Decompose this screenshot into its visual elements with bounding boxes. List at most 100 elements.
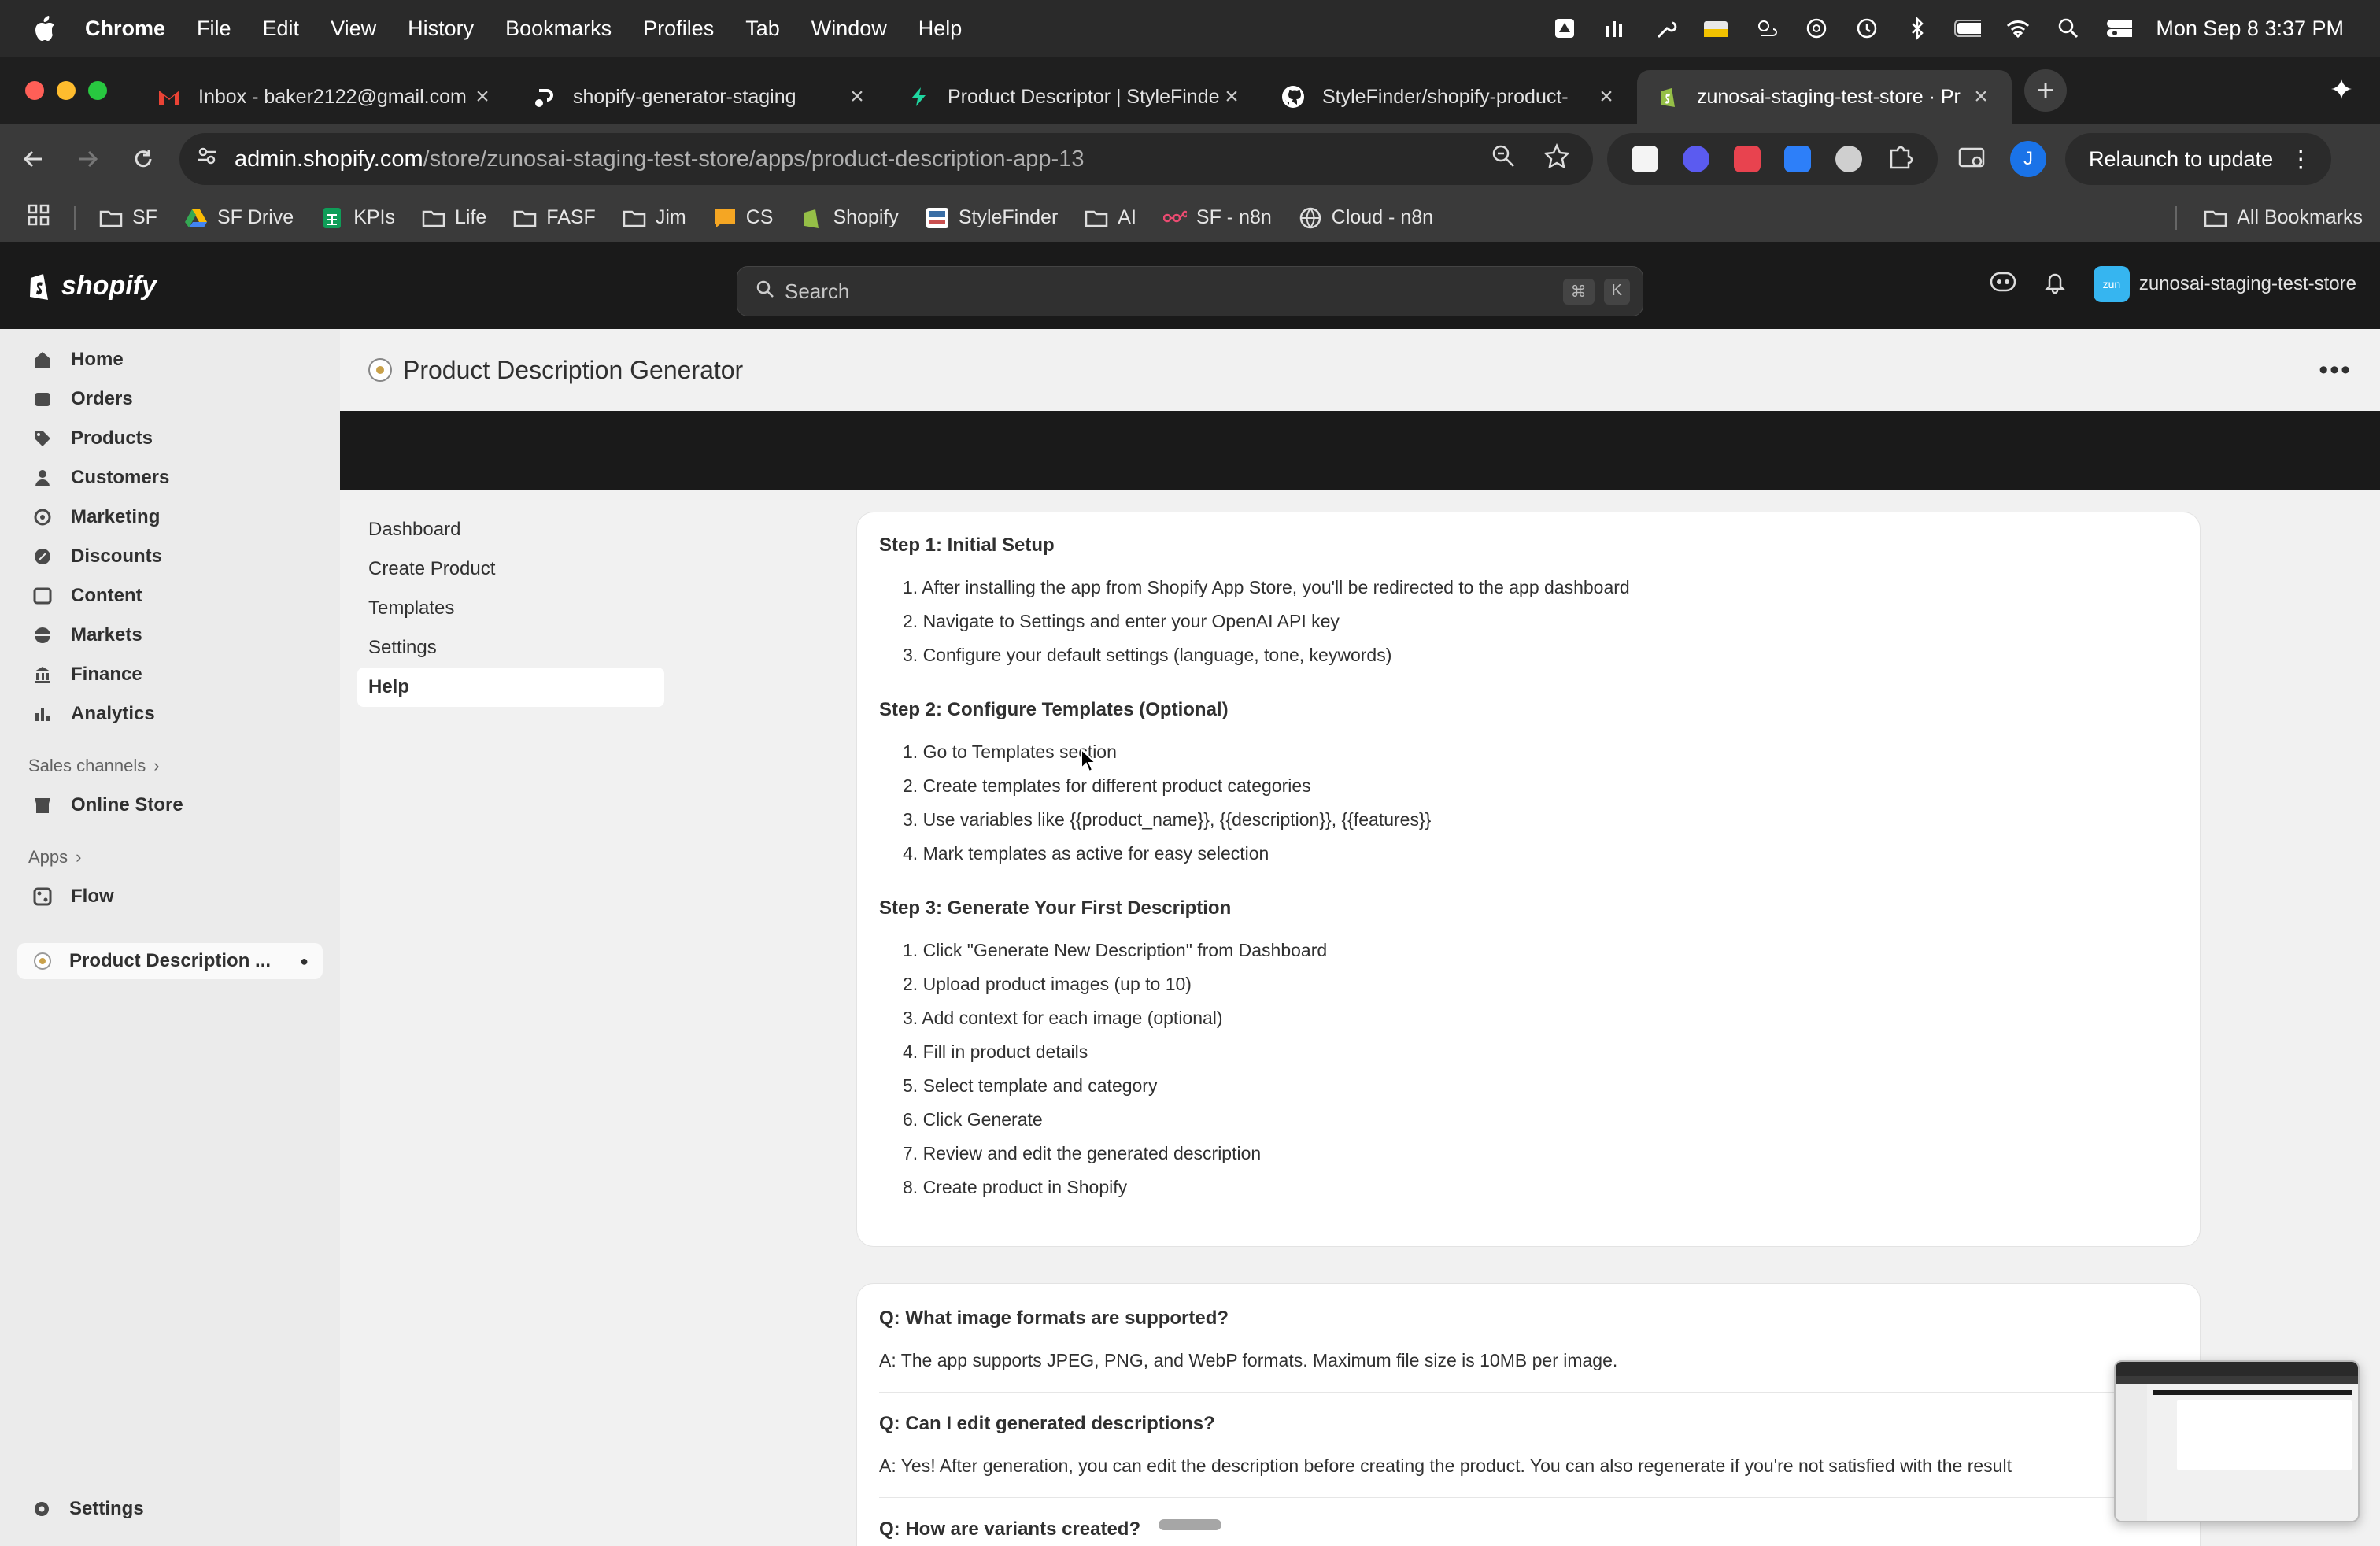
- weather-icon[interactable]: [1753, 17, 1779, 40]
- bookmark-sf[interactable]: SF: [99, 206, 157, 229]
- zoom-icon[interactable]: [1491, 143, 1516, 175]
- control-center-icon[interactable]: [2105, 17, 2133, 40]
- tab-product-descriptor[interactable]: Product Descriptor | StyleFinder ×: [888, 70, 1262, 124]
- close-tab-icon[interactable]: ×: [1595, 83, 1618, 110]
- sidebar-item-flow[interactable]: Flow: [0, 877, 340, 916]
- sidebar-item-discounts[interactable]: Discounts: [0, 537, 340, 576]
- stats-icon[interactable]: [1602, 17, 1628, 40]
- bluetooth-icon[interactable]: [1904, 17, 1931, 40]
- more-vertical-icon[interactable]: ⋮: [2289, 146, 2312, 173]
- admin-search-bar[interactable]: Search ⌘ K: [737, 266, 1643, 316]
- screenshot-thumbnail[interactable]: [2114, 1360, 2360, 1522]
- close-tab-icon[interactable]: ×: [1220, 83, 1244, 110]
- sidekick-icon[interactable]: [1990, 270, 2016, 299]
- close-tab-icon[interactable]: ×: [1969, 83, 1993, 110]
- sidebar-item-home[interactable]: Home: [0, 340, 340, 379]
- gemini-icon[interactable]: [2330, 77, 2353, 105]
- sidebar-item-marketing[interactable]: Marketing: [0, 497, 340, 537]
- new-tab-button[interactable]: +: [2024, 69, 2067, 112]
- all-bookmarks[interactable]: All Bookmarks: [2204, 206, 2363, 229]
- notifications-bell-icon[interactable]: [2043, 270, 2067, 299]
- tab-render[interactable]: shopify-generator-staging ×: [513, 70, 888, 124]
- menu-file[interactable]: File: [197, 17, 231, 41]
- extension-icon[interactable]: [1632, 146, 1659, 172]
- sidebar-item-content[interactable]: Content: [0, 576, 340, 616]
- extension-icon[interactable]: [1835, 146, 1862, 172]
- address-bar[interactable]: admin.shopify.com/store/zunosai-staging-…: [179, 133, 1593, 185]
- apps-header[interactable]: Apps ›: [0, 838, 340, 877]
- minimize-window-button[interactable]: [57, 81, 76, 100]
- menu-history[interactable]: History: [408, 17, 474, 41]
- app-nav-dashboard[interactable]: Dashboard: [357, 510, 664, 549]
- sidebar-item-analytics[interactable]: Analytics: [0, 694, 340, 734]
- extension-icon[interactable]: [1682, 146, 1709, 172]
- bookmark-cloud-n8n[interactable]: Cloud - n8n: [1299, 206, 1433, 229]
- sidebar-item-orders[interactable]: Orders: [0, 379, 340, 419]
- apps-grid-icon[interactable]: [27, 203, 50, 232]
- menu-tab[interactable]: Tab: [745, 17, 780, 41]
- sidebar-item-products[interactable]: Products: [0, 419, 340, 458]
- bookmark-sf-n8n[interactable]: SF - n8n: [1162, 206, 1272, 229]
- relaunch-button[interactable]: Relaunch to update ⋮: [2065, 133, 2332, 185]
- chatgpt-icon[interactable]: [1803, 17, 1830, 40]
- bookmark-life[interactable]: Life: [422, 206, 486, 229]
- menu-window[interactable]: Window: [811, 17, 887, 41]
- app-nav-templates[interactable]: Templates: [357, 589, 664, 628]
- zoom-window-button[interactable]: [88, 81, 107, 100]
- app-nav-help[interactable]: Help: [357, 668, 664, 707]
- wrench-icon[interactable]: [1652, 17, 1679, 40]
- sidebar-item-settings[interactable]: Settings: [0, 1489, 144, 1529]
- store-switcher[interactable]: zun zunosai-staging-test-store: [2093, 266, 2356, 302]
- time-machine-icon[interactable]: [1853, 17, 1880, 40]
- back-button[interactable]: [11, 137, 55, 181]
- tab-gmail[interactable]: Inbox - baker2122@gmail.com ×: [139, 70, 513, 124]
- sidebar-item-online-store[interactable]: Online Store: [0, 786, 340, 825]
- bookmark-jim[interactable]: Jim: [623, 206, 686, 229]
- bookmark-ai[interactable]: AI: [1085, 206, 1136, 229]
- sales-channels-header[interactable]: Sales channels ›: [0, 746, 340, 786]
- menu-view[interactable]: View: [331, 17, 376, 41]
- puzzle-icon[interactable]: [1887, 144, 1913, 175]
- bookmark-shopify[interactable]: Shopify: [800, 206, 899, 229]
- app-nav-settings[interactable]: Settings: [357, 628, 664, 668]
- wifi-icon[interactable]: [2005, 17, 2031, 40]
- reload-button[interactable]: [121, 137, 165, 181]
- bookmark-kpis[interactable]: KPIs: [320, 206, 395, 229]
- menu-help[interactable]: Help: [918, 17, 963, 41]
- bookmark-cs[interactable]: CS: [713, 206, 773, 229]
- bookmark-stylefinder[interactable]: StyleFinder: [926, 206, 1058, 229]
- pin-dot-icon[interactable]: ●: [300, 953, 309, 970]
- close-window-button[interactable]: [25, 81, 44, 100]
- sidebar-item-markets[interactable]: Markets: [0, 616, 340, 655]
- apple-icon[interactable]: [31, 15, 58, 42]
- sidebar-item-customers[interactable]: Customers: [0, 458, 340, 497]
- bookmark-fasf[interactable]: FASF: [513, 206, 596, 229]
- forward-button[interactable]: [66, 137, 110, 181]
- flag-icon[interactable]: [1702, 17, 1729, 40]
- clock[interactable]: Mon Sep 8 3:37 PM: [2156, 17, 2344, 41]
- menu-profiles[interactable]: Profiles: [643, 17, 714, 41]
- more-actions-icon[interactable]: •••: [2319, 355, 2352, 386]
- sidebar-item-finance[interactable]: Finance: [0, 655, 340, 694]
- battery-icon[interactable]: [1954, 17, 1982, 40]
- site-info-icon[interactable]: [195, 144, 219, 174]
- tab-shopify-admin[interactable]: zunosai-staging-test-store · Pr ×: [1637, 70, 2012, 124]
- drive-status-icon[interactable]: [1551, 17, 1578, 40]
- extension-icon[interactable]: [1784, 146, 1812, 172]
- shopify-logo[interactable]: shopify: [27, 270, 157, 301]
- scroll-indicator[interactable]: [1159, 1519, 1221, 1530]
- menu-bookmarks[interactable]: Bookmarks: [505, 17, 612, 41]
- tab-search-icon[interactable]: [1958, 146, 1986, 173]
- bookmark-star-icon[interactable]: [1543, 142, 1570, 175]
- menu-app-name[interactable]: Chrome: [85, 17, 165, 41]
- close-tab-icon[interactable]: ×: [845, 83, 869, 110]
- close-tab-icon[interactable]: ×: [471, 83, 494, 110]
- spotlight-icon[interactable]: [2055, 17, 2082, 40]
- extension-icon[interactable]: [1733, 146, 1761, 172]
- sidebar-item-product-description-app[interactable]: Product Description ... ●: [17, 943, 323, 979]
- profile-avatar[interactable]: J: [2010, 141, 2046, 177]
- menu-edit[interactable]: Edit: [263, 17, 300, 41]
- tab-github[interactable]: StyleFinder/shopify-product- ×: [1262, 70, 1637, 124]
- app-nav-create-product[interactable]: Create Product: [357, 549, 664, 589]
- bookmark-sf-drive[interactable]: SF Drive: [184, 206, 294, 229]
